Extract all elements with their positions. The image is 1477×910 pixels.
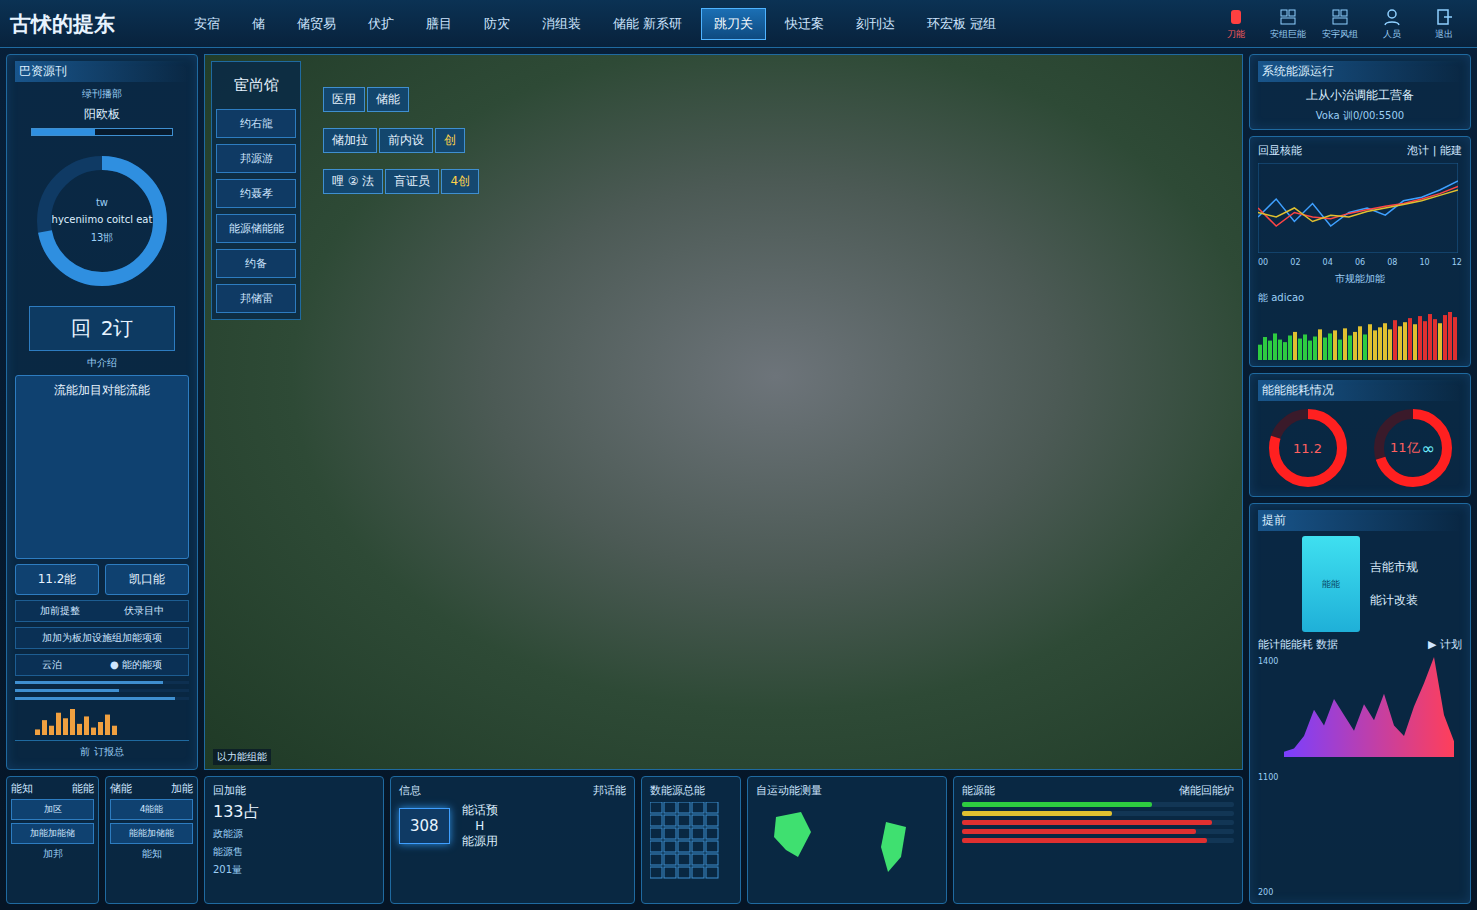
info-card: 储能加能4能能能能加储能能知 xyxy=(105,776,198,904)
level-bar xyxy=(962,838,1234,843)
action-button[interactable]: 流能加目对能流能 xyxy=(15,375,189,559)
side-menu: 宦尚馆约右龍邦源游约聂孝能源储能能约备邦储雷 xyxy=(211,61,301,320)
menu-title: 宦尚馆 xyxy=(216,68,296,103)
usage-panel: 能能能耗情况11.211亿∞ xyxy=(1249,373,1471,497)
bottom-card: 自运动能测量 xyxy=(747,776,947,904)
bottom-card: 回加能133占政能源能源售201量 xyxy=(204,776,384,904)
line-chart xyxy=(1258,163,1458,253)
panel-subtitle: 绿刊播部 xyxy=(15,87,189,101)
nav-item[interactable]: 储 xyxy=(239,8,278,40)
menu-item[interactable]: 邦源游 xyxy=(216,144,296,173)
panel-footer: 前 订报总 xyxy=(15,740,189,763)
exit-icon xyxy=(1434,7,1454,27)
bottom-card: 能源能储能回能炉 xyxy=(953,776,1243,904)
nav-item[interactable]: 防灾 xyxy=(471,8,523,40)
nav-item[interactable]: 伏扩 xyxy=(355,8,407,40)
grid-icon xyxy=(1278,7,1298,27)
nav-item[interactable]: 膳目 xyxy=(413,8,465,40)
tool-button[interactable]: 退出 xyxy=(1421,7,1467,41)
bottom-card: 信息邦话能308能话预H能源用 xyxy=(390,776,635,904)
mini-chart xyxy=(15,705,185,735)
menu-item[interactable]: 约右龍 xyxy=(216,109,296,138)
trend-panel: 回显核能泡计 | 能建00020406081012市规能加能能 adicao xyxy=(1249,136,1471,367)
level-bar xyxy=(962,829,1234,834)
status-panel: 系统能源运行上从小治调能工营备Voka 训0/00:5500 xyxy=(1249,54,1471,130)
nav-item[interactable]: 跳刀关 xyxy=(701,8,766,40)
plant-photo: 宦尚馆约右龍邦源游约聂孝能源储能能约备邦储雷医用储能储加拉前内设创哩 ② 法盲证… xyxy=(204,54,1243,770)
stat-box: 回2订 xyxy=(29,306,175,351)
level-bar xyxy=(962,811,1234,816)
bottom-card: 数能源总能 xyxy=(641,776,741,904)
alarm-icon xyxy=(1226,7,1246,27)
tool-button[interactable]: 安宇风组 xyxy=(1317,7,1363,41)
nav-item[interactable]: 环宏板 冠组 xyxy=(914,8,1009,40)
dashboard: 古怵的提东安宿储储贸易伏扩膳目防灾消组装储能 新系研跳刀关快迁案刻刊达环宏板 冠… xyxy=(0,0,1477,910)
nav-item[interactable]: 刻刊达 xyxy=(843,8,908,40)
menu-item[interactable]: 约备 xyxy=(216,249,296,278)
donut-chart: 11.2 xyxy=(1266,406,1350,490)
caption: 中介绍 xyxy=(15,356,189,370)
grid-icon xyxy=(1330,7,1350,27)
progress-line xyxy=(15,689,189,692)
map-tag[interactable]: 医用储能 xyxy=(323,87,479,112)
left-panel: 巴资源刊绿刊播部阳欧板 twhyceniimo coitcl eat13邯回2订中… xyxy=(6,54,198,770)
progress-line xyxy=(15,681,189,684)
nav-item[interactable]: 快迁案 xyxy=(772,8,837,40)
nav-item[interactable]: 储能 新系研 xyxy=(600,8,695,40)
app-logo: 古怵的提东 xyxy=(10,10,175,38)
option-button[interactable]: 凯口能 xyxy=(105,564,189,595)
nav-item[interactable]: 消组装 xyxy=(529,8,594,40)
level-bar xyxy=(962,802,1234,807)
level-bar xyxy=(962,820,1234,825)
option-button[interactable]: 11.2能 xyxy=(15,564,99,595)
bar-chart xyxy=(1258,310,1458,360)
tool-button[interactable]: 人员 xyxy=(1369,7,1415,41)
user-icon xyxy=(1382,7,1402,27)
plan-card[interactable]: 能能 xyxy=(1302,536,1360,632)
region-map xyxy=(756,802,936,887)
photo-caption: 以力能组能 xyxy=(213,749,271,765)
top-bar: 古怵的提东安宿储储贸易伏扩膳目防灾消组装储能 新系研跳刀关快迁案刻刊达环宏板 冠… xyxy=(0,0,1477,48)
info-card: 能知能能加区加能加能储加邦 xyxy=(6,776,99,904)
map-tag[interactable]: 哩 ② 法盲证员4创 xyxy=(323,169,479,194)
area-chart xyxy=(1284,657,1454,757)
panel-title: 巴资源刊 xyxy=(15,61,189,82)
plan-panel: 提前能能吉能市规能计改装能计能能耗 数据▶ 计划14001100200 xyxy=(1249,503,1471,904)
grid-chart xyxy=(650,802,720,882)
nav-item[interactable]: 储贸易 xyxy=(284,8,349,40)
map-tag[interactable]: 储加拉前内设创 xyxy=(323,128,479,153)
tool-button[interactable]: 安组巨能 xyxy=(1265,7,1311,41)
gauge: twhyceniimo coitcl eat13邯 xyxy=(15,141,189,301)
menu-item[interactable]: 约聂孝 xyxy=(216,179,296,208)
info-row: 加加为板加设施组加能项项 xyxy=(15,627,189,649)
menu-item[interactable]: 邦储雷 xyxy=(216,284,296,313)
menu-item[interactable]: 能源储能能 xyxy=(216,214,296,243)
donut-chart: 11亿∞ xyxy=(1371,406,1455,490)
meter-label: 阳欧板 xyxy=(15,106,189,123)
progress-line xyxy=(15,697,189,700)
nav-item[interactable]: 安宿 xyxy=(181,8,233,40)
dial-value: 308 xyxy=(399,808,450,844)
meter xyxy=(31,128,173,136)
info-row: 云泊● 能的能项 xyxy=(15,654,189,676)
info-row: 加前提整伏录目中 xyxy=(15,600,189,622)
tool-button[interactable]: 刀能 xyxy=(1213,7,1259,41)
